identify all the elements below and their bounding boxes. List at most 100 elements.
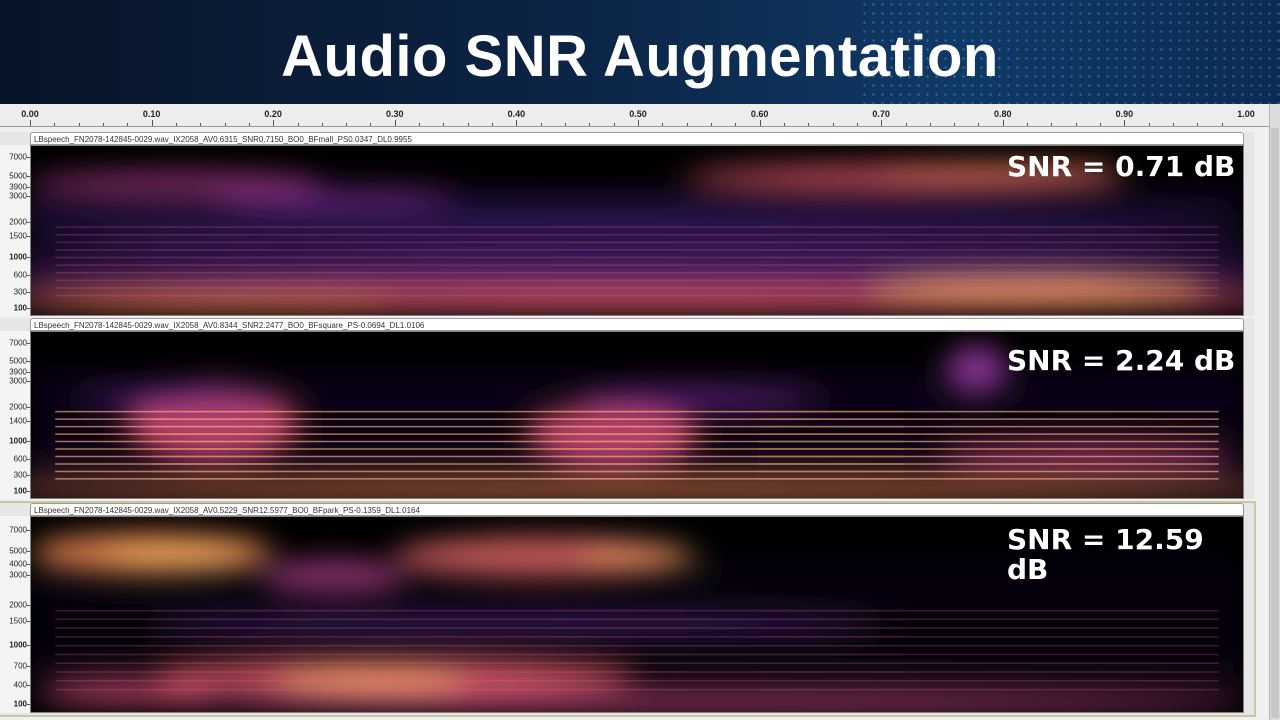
frequency-label: 5000 — [9, 546, 27, 556]
energy-blob — [576, 388, 819, 409]
noise-band — [31, 651, 1243, 660]
time-tick-mark — [492, 123, 494, 126]
time-tick-mark — [978, 123, 980, 126]
time-tick-mark — [297, 123, 299, 126]
snr-label: SNR = 2.24 dB — [1007, 344, 1236, 377]
audio-editor: 0.00 0.10 0.20 0.30 0.40 0.50 0.60 0.70 0.80 0.90… — [0, 104, 1280, 720]
time-tick-mark — [443, 123, 445, 126]
frequency-label: 1500 — [9, 616, 27, 626]
time-tick-mark — [1124, 120, 1126, 126]
scrollbar-thumb[interactable] — [1271, 128, 1279, 718]
audio-track-3[interactable]: LBspeech_FN2078-142845-0029.wav_IX2058_A… — [0, 501, 1256, 717]
track-filename[interactable]: LBspeech_FN2078-142845-0029.wav_IX2058_A… — [30, 318, 1244, 331]
audio-track-1[interactable]: LBspeech_FN2078-142845-0029.wav_IX2058_A… — [0, 132, 1254, 316]
time-tick-mark — [613, 123, 615, 126]
energy-blob — [31, 228, 1243, 250]
time-tick-mark — [905, 123, 907, 126]
frequency-label: 5000 — [9, 356, 27, 366]
time-tick-mark — [102, 123, 104, 126]
frequency-axis: 7000 5000 3900 3000 2000 1400 1000 600 300 100 — [0, 331, 30, 499]
time-tick-mark — [127, 123, 129, 126]
time-tick-mark — [200, 123, 202, 126]
energy-blob — [946, 345, 1007, 392]
energy-blob — [867, 277, 1207, 302]
time-tick-label: 0.30 — [386, 109, 404, 119]
time-tick-mark — [638, 120, 639, 126]
frequency-label: 3900 — [9, 367, 27, 377]
track-filename[interactable]: LBspeech_FN2078-142845-0029.wav_IX2058_A… — [30, 132, 1244, 145]
time-tick-mark — [224, 123, 226, 126]
time-tick-mark — [1075, 123, 1077, 126]
time-tick-mark — [686, 123, 688, 126]
time-tick-mark — [881, 120, 883, 126]
time-tick-mark — [175, 123, 177, 126]
time-tick-label: 0.10 — [142, 109, 161, 119]
frequency-label: 600 — [13, 454, 27, 464]
frequency-label: 7000 — [9, 152, 27, 162]
frequency-label: 4000 — [9, 559, 27, 569]
time-tick-mark — [1027, 123, 1029, 126]
time-tick-mark — [929, 123, 931, 126]
frequency-label: 2000 — [9, 600, 27, 610]
time-tick-mark — [856, 123, 858, 126]
time-tick-mark — [516, 120, 518, 126]
time-tick-mark — [273, 120, 275, 126]
time-tick-mark — [467, 123, 469, 126]
time-tick-mark — [1100, 123, 1102, 126]
time-tick-mark — [662, 123, 664, 126]
time-tick-label: 0.50 — [629, 109, 647, 119]
time-tick-mark — [370, 123, 372, 126]
frequency-label: 3000 — [9, 191, 27, 201]
audio-track-2[interactable]: LBspeech_FN2078-142845-0029.wav_IX2058_A… — [0, 318, 1254, 499]
time-tick-mark — [394, 120, 396, 126]
slide-header: Audio SNR Augmentation — [0, 0, 1280, 104]
frequency-label: 1000 — [9, 436, 27, 446]
time-tick-mark — [78, 123, 80, 126]
frequency-label: 2000 — [9, 402, 27, 412]
energy-blob — [43, 680, 213, 705]
frequency-label: 100 — [13, 486, 27, 496]
time-tick-label: 0.60 — [750, 109, 769, 119]
energy-blob — [576, 546, 698, 566]
frequency-label: 1500 — [9, 231, 27, 241]
time-tick-label: 0.80 — [994, 109, 1012, 119]
time-tick-mark — [954, 123, 956, 126]
time-tick-mark — [735, 123, 737, 126]
time-tick-mark — [1173, 123, 1175, 126]
energy-blob — [212, 188, 456, 206]
time-tick-label: 0.90 — [1115, 109, 1134, 119]
frequency-label: 3000 — [9, 570, 27, 580]
time-tick-mark — [248, 123, 250, 126]
time-tick-mark — [540, 123, 542, 126]
time-tick-label: 1.00 — [1237, 109, 1255, 119]
frequency-label: 100 — [13, 699, 27, 709]
time-tick-mark — [589, 123, 591, 126]
frequency-label: 7000 — [9, 338, 27, 348]
frequency-label: 400 — [13, 680, 27, 690]
time-tick-label: 0.00 — [21, 109, 39, 119]
frequency-label: 300 — [13, 287, 27, 297]
frequency-label: 2000 — [9, 217, 27, 227]
time-tick-mark — [1197, 123, 1199, 126]
time-tick-mark — [321, 123, 323, 126]
energy-blob — [79, 388, 274, 409]
energy-blob — [103, 548, 250, 564]
vertical-scrollbar[interactable] — [1269, 104, 1280, 720]
time-tick-mark — [710, 123, 712, 126]
snr-label: SNR = 12.59 dB — [1007, 523, 1204, 586]
time-tick-mark — [346, 123, 348, 126]
frequency-label: 3000 — [9, 376, 27, 386]
energy-blob — [152, 614, 880, 634]
time-tick-label: 0.70 — [872, 109, 890, 119]
time-tick-mark — [808, 123, 810, 126]
time-tick-mark — [151, 120, 153, 126]
frequency-label: 600 — [13, 270, 27, 280]
frequency-label: 7000 — [9, 525, 27, 535]
time-tick-mark — [1221, 123, 1223, 126]
time-tick-label: 0.20 — [264, 109, 282, 119]
time-tick-label: 0.40 — [507, 109, 526, 119]
track-filename[interactable]: LBspeech_FN2078-142845-0029.wav_IX2058_A… — [30, 503, 1244, 516]
time-ruler[interactable]: 0.00 0.10 0.20 0.30 0.40 0.50 0.60 0.70 0.80 0.90… — [0, 104, 1270, 127]
time-tick-mark — [832, 123, 834, 126]
time-tick-mark — [54, 123, 56, 126]
